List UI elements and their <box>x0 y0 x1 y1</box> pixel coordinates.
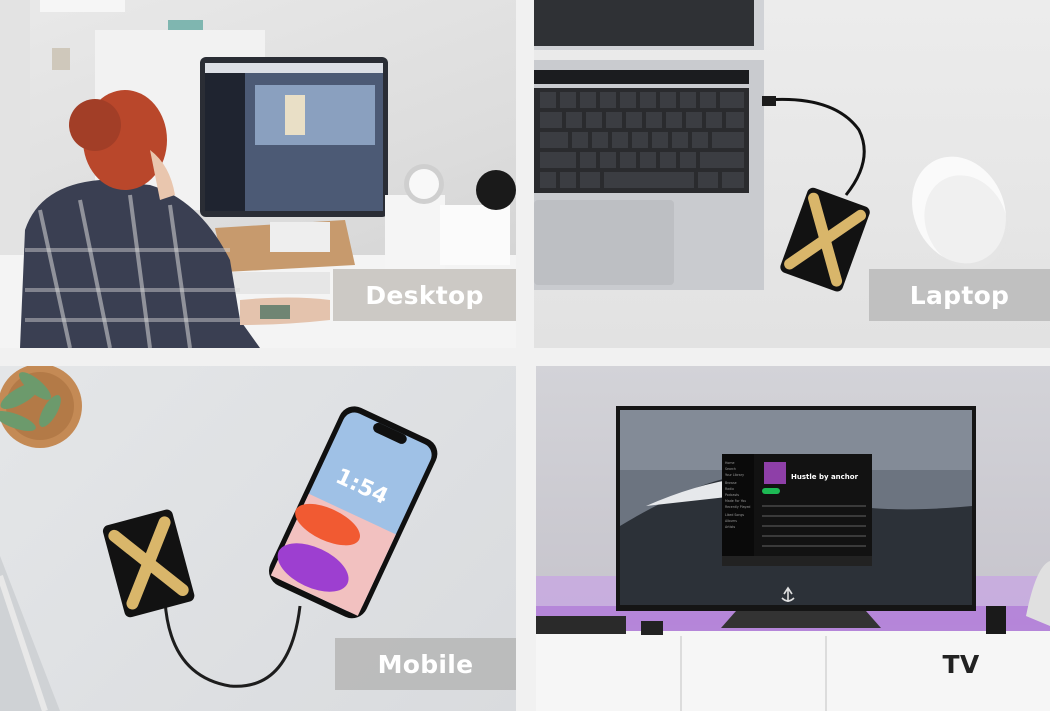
tv-sidebar-item: Recently Played <box>725 505 750 509</box>
tv-sidebar-item: Home <box>725 461 734 465</box>
laptop-label: Laptop <box>869 269 1050 321</box>
tile-laptop: Laptop <box>534 0 1050 348</box>
tv-sidebar-item: Browse <box>725 481 737 485</box>
tv-sidebar-item: Liked Songs <box>725 513 744 517</box>
tile-tv: Hustle by anchor Home Search Your Librar… <box>536 366 1050 711</box>
tv-sidebar-item: Artists <box>725 525 736 529</box>
tv-label: TV <box>872 638 1050 690</box>
desktop-label: Desktop <box>333 269 516 321</box>
tv-sidebar-item: Your Library <box>725 473 744 477</box>
tv-sidebar-item: Radio <box>725 487 734 491</box>
tile-desktop: Desktop <box>0 0 516 348</box>
tv-screen-title: Hustle by anchor <box>791 473 859 481</box>
tile-mobile: 1:54 Mobile <box>0 366 516 711</box>
tv-sidebar-item: Made For You <box>725 499 746 503</box>
tv-sidebar-item: Search <box>725 467 736 471</box>
tv-sidebar-item: Albums <box>725 519 737 523</box>
tv-sidebar-item: Podcasts <box>725 493 739 497</box>
mobile-label: Mobile <box>335 638 516 690</box>
